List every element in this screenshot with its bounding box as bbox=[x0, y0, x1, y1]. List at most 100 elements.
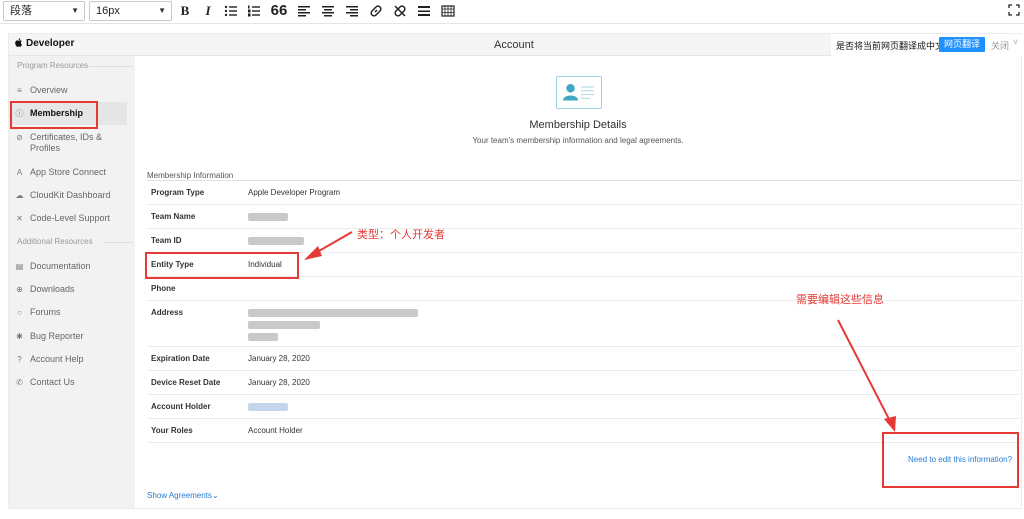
numbered-list-button[interactable] bbox=[245, 2, 263, 20]
numbered-list-icon bbox=[248, 5, 260, 17]
quote-icon: 66 bbox=[270, 2, 288, 19]
sidebar-item-label-line1: Certificates, IDs & bbox=[30, 132, 103, 142]
sidebar-item-label: Contact Us bbox=[30, 377, 75, 387]
align-center-button[interactable] bbox=[319, 2, 337, 20]
row-phone: Phone bbox=[147, 277, 1021, 301]
translate-page-button[interactable]: 网页翻译 bbox=[939, 37, 985, 52]
annotation-edit-note: 需要编辑这些信息 bbox=[796, 294, 884, 306]
sidebar-item-label: Certificates, IDs & Profiles bbox=[30, 132, 102, 154]
align-left-button[interactable] bbox=[295, 2, 313, 20]
sidebar-item-label: Account Help bbox=[30, 354, 84, 364]
unlink-icon bbox=[394, 5, 406, 17]
row-key: Phone bbox=[151, 284, 176, 293]
sidebar-item-app-store-connect[interactable]: A App Store Connect bbox=[9, 161, 127, 184]
sidebar-item-label: Bug Reporter bbox=[30, 331, 84, 341]
translate-prompt: 是否将当前网页翻译成中文 bbox=[836, 41, 945, 51]
sidebar-item-cloudkit[interactable]: ☁ CloudKit Dashboard bbox=[9, 184, 127, 207]
link-button[interactable] bbox=[367, 2, 385, 20]
bold-button[interactable]: B bbox=[176, 2, 194, 20]
sidebar-heading-program: Program Resources bbox=[17, 61, 133, 70]
row-address: Address bbox=[147, 301, 1021, 347]
row-device-reset-date: Device Reset Date January 28, 2020 bbox=[147, 371, 1021, 395]
chevron-down-icon[interactable]: ˅ bbox=[1013, 37, 1018, 47]
sidebar-item-label: Documentation bbox=[30, 261, 91, 271]
sidebar-item-downloads[interactable]: ⊕ Downloads bbox=[9, 278, 127, 301]
horizontal-rule-icon bbox=[418, 6, 430, 16]
row-key: Address bbox=[151, 308, 184, 317]
unlink-button[interactable] bbox=[391, 2, 409, 20]
annotation-box-membership bbox=[10, 101, 98, 129]
chevron-down-icon: ▼ bbox=[71, 6, 79, 15]
font-size-select[interactable]: 16px ▼ bbox=[89, 1, 172, 21]
sidebar-item-account-help[interactable]: ? Account Help bbox=[9, 348, 127, 371]
sidebar-item-label: Downloads bbox=[30, 284, 75, 294]
sidebar-item-contact-us[interactable]: ✆ Contact Us bbox=[9, 371, 127, 394]
row-key: Expiration Date bbox=[151, 354, 210, 363]
cloud-icon: ☁ bbox=[15, 191, 24, 200]
list-icon: ≡ bbox=[17, 86, 22, 95]
app-store-icon: A bbox=[16, 168, 23, 177]
row-expiration-date: Expiration Date January 28, 2020 bbox=[147, 347, 1021, 371]
translate-bar: 是否将当前网页翻译成中文 网页翻译 关闭 ˅ bbox=[831, 34, 1023, 56]
chat-icon: ○ bbox=[17, 308, 22, 317]
download-icon: ⊕ bbox=[16, 285, 23, 294]
row-account-holder: Account Holder bbox=[147, 395, 1021, 419]
sidebar-item-label: CloudKit Dashboard bbox=[30, 190, 111, 200]
sidebar-item-certificates[interactable]: ⊘ Certificates, IDs & Profiles bbox=[9, 126, 127, 158]
translate-close-button[interactable]: 关闭 bbox=[991, 39, 1009, 52]
tools-icon: ✕ bbox=[16, 214, 23, 223]
sidebar-heading-label: Additional Resources bbox=[17, 237, 93, 246]
link-icon bbox=[370, 5, 382, 17]
sidebar-item-bug-reporter[interactable]: ✱ Bug Reporter bbox=[9, 325, 127, 348]
editor-toolbar: 段落 ▼ 16px ▼ B I 66 bbox=[0, 0, 1024, 24]
sidebar-item-label: Forums bbox=[30, 307, 61, 317]
fullscreen-button[interactable] bbox=[1008, 4, 1020, 16]
row-value: Apple Developer Program bbox=[248, 188, 341, 197]
table-button[interactable] bbox=[439, 2, 457, 20]
table-icon bbox=[441, 5, 455, 17]
bullet-list-button[interactable] bbox=[222, 2, 240, 20]
row-value: Account Holder bbox=[248, 426, 303, 435]
annotation-box-edit-link bbox=[882, 432, 1019, 488]
phone-icon: ✆ bbox=[16, 378, 23, 387]
horizontal-rule-button[interactable] bbox=[415, 2, 433, 20]
bold-icon: B bbox=[180, 3, 190, 18]
sidebar-heading-label: Program Resources bbox=[17, 61, 89, 70]
row-team-name: Team Name bbox=[147, 205, 1021, 229]
row-key: Device Reset Date bbox=[151, 378, 221, 387]
italic-button[interactable]: I bbox=[199, 2, 217, 20]
row-value: January 28, 2020 bbox=[248, 378, 310, 387]
paragraph-select[interactable]: 段落 ▼ bbox=[3, 1, 85, 21]
align-right-icon bbox=[346, 6, 358, 17]
quote-button[interactable]: 66 bbox=[270, 2, 288, 20]
redacted-value bbox=[248, 309, 418, 317]
sidebar-heading-additional: Additional Resources bbox=[17, 237, 133, 246]
redacted-value bbox=[248, 213, 288, 221]
top-nav-bar: Developer Account 是否将当前网页翻译成中文 网页翻译 关闭 ˅ bbox=[9, 34, 1023, 56]
fullscreen-icon bbox=[1008, 4, 1020, 16]
sidebar-item-documentation[interactable]: ▤ Documentation bbox=[9, 255, 127, 278]
row-key: Your Roles bbox=[151, 426, 193, 435]
row-key: Team ID bbox=[151, 236, 182, 245]
redacted-value bbox=[248, 237, 304, 245]
sidebar-item-forums[interactable]: ○ Forums bbox=[9, 301, 127, 324]
show-agreements-link[interactable]: Show Agreements⌄ bbox=[147, 491, 219, 500]
chevron-down-icon: ⌄ bbox=[211, 491, 219, 500]
annotation-entity-note: 类型：个人开发者 bbox=[357, 229, 445, 241]
font-size-select-value: 16px bbox=[96, 5, 120, 17]
row-program-type: Program Type Apple Developer Program bbox=[147, 181, 1021, 205]
bullet-list-icon bbox=[224, 5, 237, 17]
brand-label: Developer bbox=[26, 38, 75, 49]
sidebar-item-overview[interactable]: ≡ Overview bbox=[9, 79, 127, 102]
page-title: Account bbox=[494, 39, 534, 51]
check-circle-icon: ⊘ bbox=[16, 133, 23, 142]
row-key: Program Type bbox=[151, 188, 205, 197]
developer-logo[interactable]: Developer bbox=[15, 38, 74, 49]
sidebar-item-code-level-support[interactable]: ✕ Code-Level Support bbox=[9, 207, 127, 230]
sidebar-item-label: Code-Level Support bbox=[30, 213, 111, 223]
membership-card-icon bbox=[556, 76, 602, 109]
sidebar-item-label-line2: Profiles bbox=[30, 143, 61, 153]
italic-icon: I bbox=[205, 3, 211, 18]
align-left-icon bbox=[298, 6, 310, 17]
align-right-button[interactable] bbox=[343, 2, 361, 20]
